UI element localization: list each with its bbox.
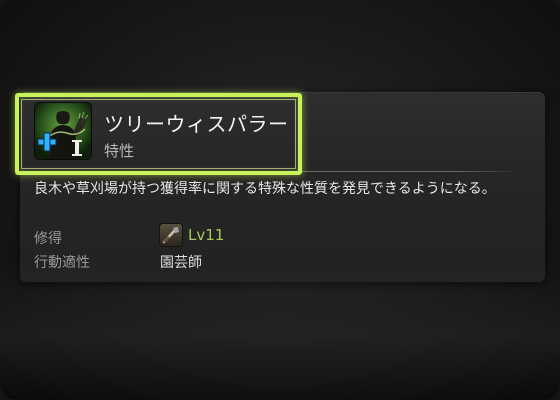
trait-name: ツリーウィスパラー [104, 112, 289, 136]
hatchet-icon [160, 224, 182, 246]
job-value: 園芸師 [160, 255, 202, 271]
acquired-level-row: Lv11 [160, 223, 224, 247]
botanist-trait-icon[interactable] [35, 103, 91, 159]
game-screen: ツリーウィスパラー 特性 良木や草刈場が持つ獲得率に関する特殊な性質を発見できる… [0, 0, 560, 400]
trait-description: 良木や草刈場が持つ獲得率に関する特殊な性質を発見できるようになる。 [34, 181, 496, 197]
acquired-label: 修得 [34, 231, 62, 247]
acquired-level: Lv11 [188, 226, 225, 244]
job-label: 行動適性 [34, 255, 90, 271]
trait-category: 特性 [104, 142, 135, 160]
